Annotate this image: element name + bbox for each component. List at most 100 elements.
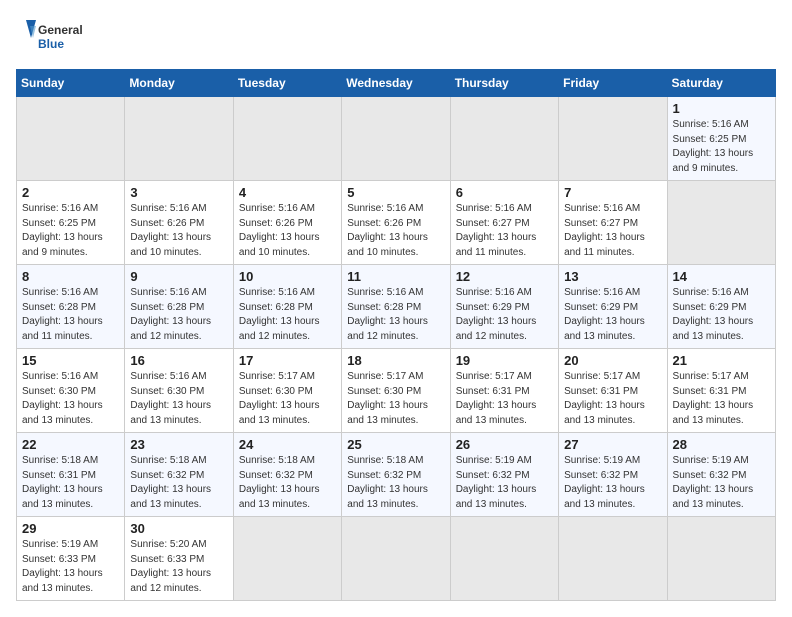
calendar-cell: 15 Sunrise: 5:16 AMSunset: 6:30 PMDayligh… — [17, 349, 125, 433]
day-info: Sunrise: 5:16 AMSunset: 6:29 PMDaylight:… — [673, 286, 770, 344]
calendar-cell: 14 Sunrise: 5:16 AMSunset: 6:29 PMDayligh… — [667, 265, 775, 349]
day-number: 30 — [130, 521, 227, 536]
calendar-cell: 19 Sunrise: 5:17 AMSunset: 6:31 PMDayligh… — [450, 349, 558, 433]
day-info: Sunrise: 5:16 AMSunset: 6:27 PMDaylight:… — [564, 202, 661, 260]
calendar-cell: 22 Sunrise: 5:18 AMSunset: 6:31 PMDayligh… — [17, 433, 125, 517]
calendar-cell: 3Sunrise: 5:16 AMSunset: 6:26 PMDaylight… — [125, 181, 233, 265]
day-info: Sunrise: 5:16 AMSunset: 6:29 PMDaylight:… — [456, 286, 553, 344]
calendar-cell — [125, 97, 233, 181]
day-info: Sunrise: 5:17 AMSunset: 6:31 PMDaylight:… — [456, 370, 553, 428]
day-number: 28 — [673, 437, 770, 452]
day-number: 16 — [130, 353, 227, 368]
calendar-cell: 13 Sunrise: 5:16 AMSunset: 6:29 PMDayligh… — [559, 265, 667, 349]
calendar-week-row: 22 Sunrise: 5:18 AMSunset: 6:31 PMDayligh… — [17, 433, 776, 517]
calendar-header-row: SundayMondayTuesdayWednesdayThursdayFrid… — [17, 70, 776, 97]
day-info: Sunrise: 5:16 AMSunset: 6:25 PMDaylight:… — [673, 118, 770, 176]
day-info: Sunrise: 5:16 AMSunset: 6:29 PMDaylight:… — [564, 286, 661, 344]
calendar-cell: 21 Sunrise: 5:17 AMSunset: 6:31 PMDayligh… — [667, 349, 775, 433]
day-number: 9 — [130, 269, 227, 284]
day-number: 2 — [22, 185, 119, 200]
day-number: 5 — [347, 185, 444, 200]
svg-text:Blue: Blue — [38, 37, 64, 51]
day-info: Sunrise: 5:16 AMSunset: 6:26 PMDaylight:… — [347, 202, 444, 260]
day-info: Sunrise: 5:16 AMSunset: 6:30 PMDaylight:… — [22, 370, 119, 428]
day-info: Sunrise: 5:19 AMSunset: 6:32 PMDaylight:… — [456, 454, 553, 512]
day-number: 1 — [673, 101, 770, 116]
day-info: Sunrise: 5:18 AMSunset: 6:32 PMDaylight:… — [130, 454, 227, 512]
calendar-cell: 11 Sunrise: 5:16 AMSunset: 6:28 PMDayligh… — [342, 265, 450, 349]
calendar-cell: 17Sunrise: 5:17 AMSunset: 6:30 PMDayligh… — [233, 349, 341, 433]
calendar-cell — [17, 97, 125, 181]
day-info: Sunrise: 5:20 AMSunset: 6:33 PMDaylight:… — [130, 538, 227, 596]
calendar-cell: 18Sunrise: 5:17 AMSunset: 6:30 PMDayligh… — [342, 349, 450, 433]
day-number: 14 — [673, 269, 770, 284]
day-number: 23 — [130, 437, 227, 452]
logo: General Blue — [16, 16, 86, 61]
calendar-cell — [342, 97, 450, 181]
day-of-week-header: Thursday — [450, 70, 558, 97]
day-info: Sunrise: 5:16 AMSunset: 6:30 PMDaylight:… — [130, 370, 227, 428]
calendar-cell: 7Sunrise: 5:16 AMSunset: 6:27 PMDaylight… — [559, 181, 667, 265]
calendar-cell: 12Sunrise: 5:16 AMSunset: 6:29 PMDayligh… — [450, 265, 558, 349]
calendar-cell — [667, 181, 775, 265]
day-info: Sunrise: 5:17 AMSunset: 6:31 PMDaylight:… — [673, 370, 770, 428]
calendar-cell: 25 Sunrise: 5:18 AMSunset: 6:32 PMDayligh… — [342, 433, 450, 517]
calendar-cell — [667, 517, 775, 601]
logo-svg: General Blue — [16, 16, 86, 61]
day-number: 13 — [564, 269, 661, 284]
day-number: 26 — [456, 437, 553, 452]
calendar-cell: 26 Sunrise: 5:19 AMSunset: 6:32 PMDayligh… — [450, 433, 558, 517]
calendar-cell: 4Sunrise: 5:16 AMSunset: 6:26 PMDaylight… — [233, 181, 341, 265]
calendar-week-row: 1 Sunrise: 5:16 AMSunset: 6:25 PMDaylight… — [17, 97, 776, 181]
day-info: Sunrise: 5:16 AMSunset: 6:28 PMDaylight:… — [239, 286, 336, 344]
calendar-cell: 9 Sunrise: 5:16 AMSunset: 6:28 PMDaylight… — [125, 265, 233, 349]
day-number: 29 — [22, 521, 119, 536]
day-of-week-header: Monday — [125, 70, 233, 97]
day-of-week-header: Tuesday — [233, 70, 341, 97]
calendar-cell: 24Sunrise: 5:18 AMSunset: 6:32 PMDayligh… — [233, 433, 341, 517]
calendar-cell — [559, 517, 667, 601]
day-info: Sunrise: 5:16 AMSunset: 6:28 PMDaylight:… — [347, 286, 444, 344]
calendar-cell — [342, 517, 450, 601]
day-number: 21 — [673, 353, 770, 368]
calendar-cell: 5 Sunrise: 5:16 AMSunset: 6:26 PMDaylight… — [342, 181, 450, 265]
day-number: 8 — [22, 269, 119, 284]
svg-text:General: General — [38, 23, 83, 37]
day-number: 27 — [564, 437, 661, 452]
day-info: Sunrise: 5:18 AMSunset: 6:31 PMDaylight:… — [22, 454, 119, 512]
calendar-week-row: 15 Sunrise: 5:16 AMSunset: 6:30 PMDayligh… — [17, 349, 776, 433]
calendar-week-row: 8 Sunrise: 5:16 AMSunset: 6:28 PMDaylight… — [17, 265, 776, 349]
calendar-cell: 16 Sunrise: 5:16 AMSunset: 6:30 PMDayligh… — [125, 349, 233, 433]
day-info: Sunrise: 5:17 AMSunset: 6:31 PMDaylight:… — [564, 370, 661, 428]
day-number: 22 — [22, 437, 119, 452]
day-number: 25 — [347, 437, 444, 452]
calendar-cell: 20 Sunrise: 5:17 AMSunset: 6:31 PMDayligh… — [559, 349, 667, 433]
header: General Blue — [16, 16, 776, 61]
day-of-week-header: Friday — [559, 70, 667, 97]
day-number: 11 — [347, 269, 444, 284]
calendar-cell: 29 Sunrise: 5:19 AMSunset: 6:33 PMDayligh… — [17, 517, 125, 601]
calendar-cell — [233, 97, 341, 181]
day-number: 20 — [564, 353, 661, 368]
calendar-cell — [559, 97, 667, 181]
calendar-week-row: 2Sunrise: 5:16 AMSunset: 6:25 PMDaylight… — [17, 181, 776, 265]
calendar-cell — [450, 97, 558, 181]
calendar-cell: 6Sunrise: 5:16 AMSunset: 6:27 PMDaylight… — [450, 181, 558, 265]
day-info: Sunrise: 5:17 AMSunset: 6:30 PMDaylight:… — [239, 370, 336, 428]
calendar-cell: 27Sunrise: 5:19 AMSunset: 6:32 PMDayligh… — [559, 433, 667, 517]
day-info: Sunrise: 5:19 AMSunset: 6:33 PMDaylight:… — [22, 538, 119, 596]
day-number: 6 — [456, 185, 553, 200]
day-of-week-header: Sunday — [17, 70, 125, 97]
day-number: 18 — [347, 353, 444, 368]
calendar-cell — [233, 517, 341, 601]
day-info: Sunrise: 5:18 AMSunset: 6:32 PMDaylight:… — [239, 454, 336, 512]
day-number: 19 — [456, 353, 553, 368]
day-info: Sunrise: 5:16 AMSunset: 6:28 PMDaylight:… — [130, 286, 227, 344]
calendar-cell: 28Sunrise: 5:19 AMSunset: 6:32 PMDayligh… — [667, 433, 775, 517]
day-number: 15 — [22, 353, 119, 368]
day-info: Sunrise: 5:18 AMSunset: 6:32 PMDaylight:… — [347, 454, 444, 512]
calendar-cell — [450, 517, 558, 601]
day-of-week-header: Wednesday — [342, 70, 450, 97]
calendar-cell: 10Sunrise: 5:16 AMSunset: 6:28 PMDayligh… — [233, 265, 341, 349]
day-number: 3 — [130, 185, 227, 200]
